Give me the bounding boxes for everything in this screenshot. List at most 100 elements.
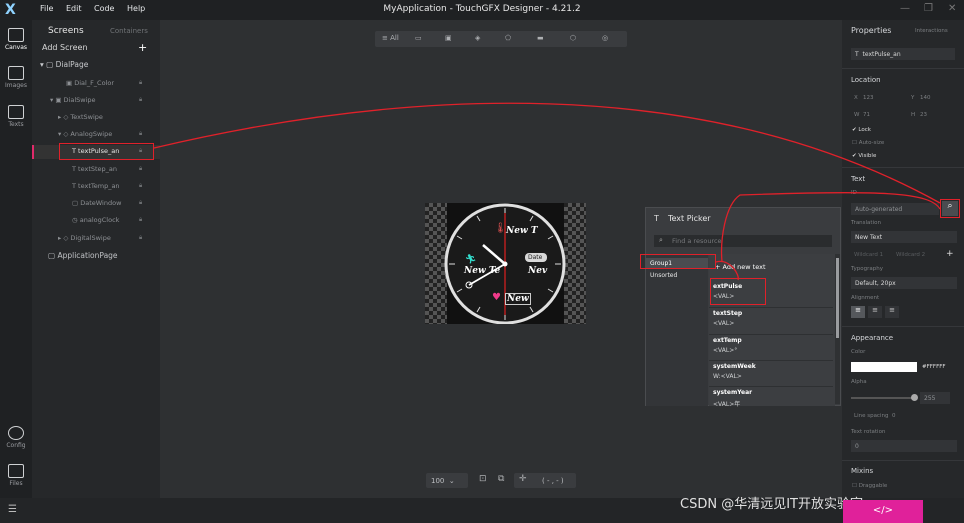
color-hex-field[interactable]: #FFFFFF: [922, 364, 946, 370]
lock-icon[interactable]: 🔒︎: [139, 234, 142, 242]
widget-filter-toolbar: ≡ All ▭ ▣ ◈ ⬠ ▬ ⬡ ◎: [375, 31, 627, 47]
text-rotation-select[interactable]: 0: [851, 440, 957, 452]
align-center-icon[interactable]: ≡: [868, 306, 882, 318]
draggable-checkbox[interactable]: ☐ Draggable: [852, 483, 887, 489]
tree-item-analogswipe[interactable]: ▾ ◇ AnalogSwipe: [58, 130, 112, 138]
w-field[interactable]: 71: [863, 112, 870, 118]
divider: [709, 360, 833, 361]
tree-item-datewindow[interactable]: ▢ DateWindow: [72, 199, 121, 207]
folder-icon: [8, 464, 24, 478]
mixins-heading: Mixins: [851, 467, 874, 475]
tree-item-digitalswipe[interactable]: ▸ ◇ DigitalSwipe: [58, 234, 111, 242]
filter-3d-icon[interactable]: ⬡: [570, 34, 576, 42]
rail-canvas-label: Canvas: [4, 44, 28, 51]
alpha-slider[interactable]: [851, 397, 917, 399]
lock-icon[interactable]: 🔒︎: [139, 79, 142, 87]
date-badge: Date: [528, 254, 543, 261]
alpha-field[interactable]: 255: [920, 392, 950, 404]
resource-search-input[interactable]: Find a resource: [654, 235, 832, 247]
crop-icon[interactable]: ⧉: [498, 474, 504, 484]
group-item-unsorted[interactable]: Unsorted: [650, 272, 677, 279]
highlight-box-item: [710, 278, 766, 305]
screen-preview[interactable]: 🌡︎ New T 🏃︎ New Te Date Nev ♥ New: [425, 203, 586, 324]
y-field[interactable]: 140: [920, 95, 931, 101]
tree-item-textstep[interactable]: T textStep_an: [72, 165, 117, 173]
close-icon[interactable]: ✕: [948, 3, 956, 14]
highlight-box-tree: [59, 143, 154, 160]
line-spacing-label: Line spacing 0: [854, 413, 896, 419]
text-pulse[interactable]: New: [505, 293, 531, 305]
text-item-systemweek[interactable]: systemWeek W:<VAL>: [713, 363, 831, 380]
tree-item-dialswipe[interactable]: ▾ ▣ DialSwipe: [50, 96, 96, 104]
text-picker-icon: T: [654, 214, 659, 223]
filter-shapes-icon[interactable]: ⬠: [505, 34, 511, 42]
thermometer-icon: 🌡︎: [494, 223, 507, 234]
filter-button-icon[interactable]: ▬: [537, 34, 544, 42]
wildcard2-field[interactable]: Wildcard 2: [896, 252, 925, 258]
lock-icon[interactable]: 🔒︎: [139, 96, 142, 104]
tree-item-analogclock[interactable]: ◷ analogClock: [72, 216, 119, 224]
align-right-icon[interactable]: ≡: [885, 306, 899, 318]
id-label: ID: [851, 190, 857, 196]
autosize-checkbox[interactable]: ☐ Auto-size: [852, 140, 884, 146]
tree-item-texttemp[interactable]: T textTemp_an: [72, 182, 120, 190]
maximize-icon[interactable]: ❐: [924, 3, 933, 14]
filter-display-icon[interactable]: ▭: [415, 34, 422, 42]
plus-icon[interactable]: +: [946, 249, 954, 259]
lock-icon[interactable]: 🔒︎: [139, 130, 142, 138]
text-item-exttemp[interactable]: extTemp <VAL>°: [713, 337, 831, 354]
rail-config[interactable]: Config: [0, 426, 32, 449]
text-item-textstep[interactable]: textStep <VAL>: [713, 310, 831, 327]
containers-tab[interactable]: Containers: [110, 27, 148, 35]
crosshair-icon: ✛: [519, 474, 527, 484]
add-screen-button[interactable]: Add Screen: [42, 43, 88, 52]
fit-screen-icon[interactable]: ⊡: [479, 474, 487, 484]
zoom-select[interactable]: 100 ⌄: [426, 473, 468, 488]
typography-select[interactable]: Default, 20px: [851, 277, 957, 289]
filter-container-icon[interactable]: ◈: [475, 34, 480, 42]
highlight-box-search: [940, 199, 960, 218]
alpha-slider-handle[interactable]: [911, 394, 918, 401]
generate-code-button[interactable]: </>: [843, 500, 923, 523]
filter-layers-icon[interactable]: ◎: [602, 34, 608, 42]
widget-name-field[interactable]: T textPulse_an: [851, 48, 955, 60]
tree-item-dial-f-color[interactable]: ▣ Dial_F_Color: [66, 79, 114, 87]
text-item-systemyear[interactable]: systemYear <VAL>年: [713, 389, 831, 408]
rail-images[interactable]: Images: [0, 66, 32, 89]
tree-item-applicationpage[interactable]: ▢ ApplicationPage: [48, 251, 118, 260]
rail-texts[interactable]: Texts: [0, 105, 32, 128]
canvas-icon: [8, 28, 24, 42]
alignment-label: Alignment: [851, 295, 880, 301]
rail-canvas[interactable]: Canvas: [0, 28, 32, 51]
align-left-icon[interactable]: ≡: [851, 306, 865, 318]
x-field[interactable]: 123: [863, 95, 874, 101]
h-field[interactable]: 23: [920, 112, 927, 118]
filter-all-button[interactable]: ≡ All: [382, 34, 399, 42]
translation-field[interactable]: New Text: [851, 231, 957, 243]
visible-checkbox[interactable]: ✔ Visible: [852, 153, 876, 159]
wildcard1-field[interactable]: Wildcard 1: [854, 252, 883, 258]
screens-tab[interactable]: Screens: [48, 26, 84, 36]
tree-item-dialpage[interactable]: ▾ ▢ DialPage: [40, 60, 88, 69]
lock-icon[interactable]: 🔒︎: [139, 182, 142, 190]
properties-tab[interactable]: Properties: [851, 26, 891, 35]
add-new-text-button[interactable]: + Add new text: [715, 263, 766, 271]
lock-icon[interactable]: 🔒︎: [139, 216, 142, 224]
text-picker-title: Text Picker: [668, 214, 711, 223]
y-label: Y: [911, 95, 915, 101]
lock-icon[interactable]: 🔒︎: [139, 165, 142, 173]
minimize-icon[interactable]: —: [900, 3, 910, 14]
filter-image-icon[interactable]: ▣: [445, 34, 452, 42]
menu-icon[interactable]: ☰: [8, 504, 17, 515]
plus-icon[interactable]: +: [138, 41, 147, 54]
scrollbar-thumb[interactable]: [836, 258, 839, 338]
lock-icon[interactable]: 🔒︎: [139, 199, 142, 207]
id-field[interactable]: Auto-generated: [851, 203, 939, 215]
rail-files[interactable]: Files: [0, 464, 32, 487]
interactions-tab[interactable]: Interactions: [915, 28, 948, 34]
tree-item-textswipe[interactable]: ▸ ◇ TextSwipe: [58, 113, 103, 121]
color-swatch[interactable]: [851, 362, 917, 372]
lock-checkbox[interactable]: ✔ Lock: [852, 127, 871, 133]
divider: [709, 334, 833, 335]
text-widget-icon: T: [855, 51, 861, 58]
